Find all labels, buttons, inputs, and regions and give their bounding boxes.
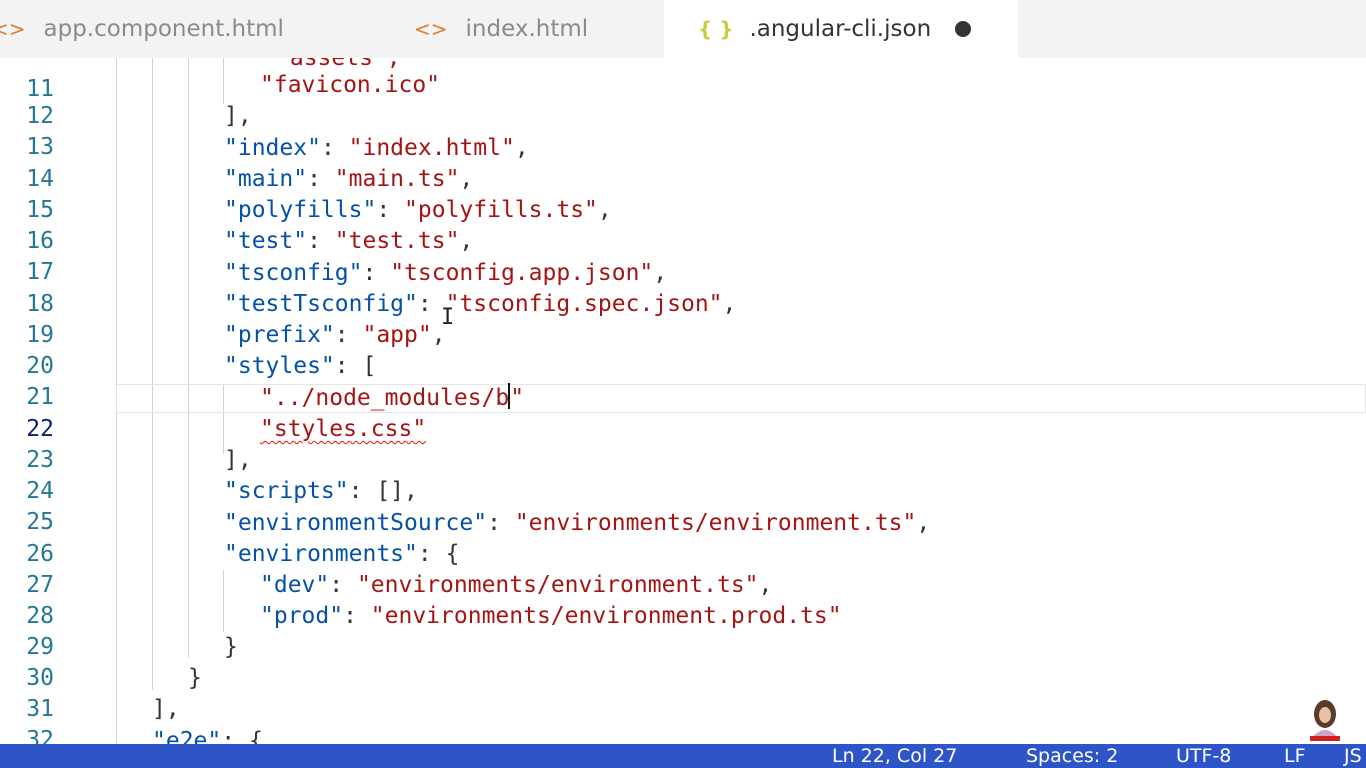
- html-icon: <>: [0, 17, 26, 41]
- code-punctuation: }: [224, 634, 238, 660]
- code-editor[interactable]: 11 "assets", 12 "favicon.ico" 13 ], 14 "…: [0, 58, 1366, 744]
- code-line: 20 "prefix": "app",: [0, 320, 1366, 379]
- code-line: 25 "scripts": [],: [0, 476, 1366, 535]
- tab-label: index.html: [465, 16, 589, 42]
- html-icon: <>: [414, 17, 448, 41]
- json-key: "tsconfig": [224, 260, 363, 286]
- tab-label: app.component.html: [43, 16, 284, 42]
- code-line: 14 "index": "index.html",: [0, 133, 1366, 192]
- json-value: "main.ts": [334, 166, 460, 192]
- json-value: "tsconfig.app.json": [390, 260, 654, 286]
- code-line: 32 ],: [0, 694, 1366, 744]
- code-line: 28 "dev": "environments/environment.ts",: [0, 570, 1366, 629]
- code-line: 18 "tsconfig": "tsconfig.app.json",: [0, 258, 1366, 317]
- tab-angular-cli-json[interactable]: { } .angular-cli.json: [664, 0, 1018, 58]
- code-line: 15 "main": "main.ts",: [0, 164, 1366, 223]
- json-key: "test": [224, 228, 308, 254]
- end-of-line[interactable]: LF: [1284, 745, 1306, 767]
- code-line: 29 "prod": "environments/environment.pro…: [0, 601, 1366, 660]
- code-line: 26 "environmentSource": "environments/en…: [0, 508, 1366, 567]
- code-punctuation: ],: [224, 447, 252, 473]
- subscribe-avatar-icon: [1310, 700, 1340, 741]
- code-line: 16 "polyfills": "polyfills.ts",: [0, 195, 1366, 254]
- json-key: "main": [224, 166, 308, 192]
- code-line: 19 "testTsconfig": "tsconfig.spec.json",: [0, 289, 1366, 348]
- json-value: "polyfills.ts": [404, 197, 598, 223]
- code-punctuation: ],: [152, 696, 180, 722]
- code-line: 23 "styles.css": [0, 414, 1366, 473]
- code-line: 24 ],: [0, 445, 1366, 504]
- code-line-current: 22 "../node_modules/b": [0, 383, 1366, 442]
- code-line: 33 "e2e": {: [0, 726, 1366, 744]
- json-value: "environments/environment.ts": [356, 572, 759, 598]
- json-key: "environments": [224, 541, 418, 567]
- json-value: "tsconfig.spec.json": [445, 291, 723, 317]
- editor-tab-bar: <> app.component.html <> index.html { } …: [0, 0, 1366, 58]
- tab-app-component-html[interactable]: <> app.component.html: [0, 0, 366, 58]
- json-value: "index.html": [348, 135, 515, 161]
- json-value: "environments/environment.prod.ts": [370, 603, 842, 629]
- json-value-error[interactable]: "styles.css": [260, 416, 426, 442]
- json-key: "styles": [224, 353, 335, 379]
- json-value: "environments/environment.ts": [514, 510, 917, 536]
- code-line: 21 "styles": [: [0, 351, 1366, 410]
- status-bar: Ln 22, Col 27 Spaces: 2 UTF-8 LF JS: [0, 744, 1366, 768]
- code-string: "favicon.ico": [260, 72, 441, 98]
- code-line: 30 }: [0, 632, 1366, 691]
- unsaved-dot-icon[interactable]: [955, 21, 972, 37]
- json-key: "testTsconfig": [224, 291, 418, 317]
- code-line: 13 ],: [0, 101, 1366, 160]
- json-key: "dev": [260, 572, 330, 598]
- json-key: "environmentSource": [224, 510, 488, 536]
- cursor-position[interactable]: Ln 22, Col 27: [832, 745, 957, 767]
- code-punctuation: ],: [224, 103, 252, 129]
- tab-label: .angular-cli.json: [749, 16, 932, 42]
- json-key: "index": [224, 135, 321, 161]
- json-key: "prod": [260, 603, 344, 629]
- code-punctuation: }: [188, 665, 202, 691]
- code-line: 27 "environments": {: [0, 539, 1366, 598]
- ibeam-cursor-icon: I: [441, 305, 455, 330]
- json-key: "e2e": [152, 728, 222, 744]
- json-value: "test.ts": [334, 228, 460, 254]
- code-line: 17 "test": "test.ts",: [0, 226, 1366, 285]
- json-key: "prefix": [224, 322, 335, 348]
- json-value: "app": [362, 322, 432, 348]
- json-key: "polyfills": [224, 197, 377, 223]
- language-mode[interactable]: JS: [1344, 745, 1362, 767]
- indentation-setting[interactable]: Spaces: 2: [1026, 745, 1118, 767]
- json-key: "scripts": [224, 478, 349, 504]
- tab-index-html[interactable]: <> index.html: [414, 0, 664, 58]
- json-value: "../node_modules/b: [260, 385, 510, 411]
- file-encoding[interactable]: UTF-8: [1176, 745, 1231, 767]
- json-icon: { }: [698, 17, 734, 41]
- code-line: 31 }: [0, 663, 1366, 722]
- code-line: 12 "favicon.ico": [0, 70, 1366, 129]
